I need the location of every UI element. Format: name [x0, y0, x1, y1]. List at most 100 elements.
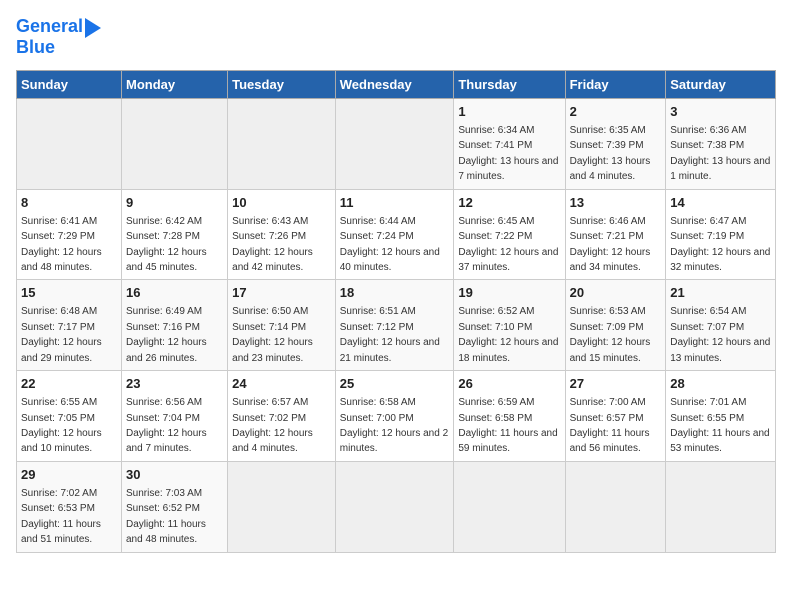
calendar-cell: 2 Sunrise: 6:35 AMSunset: 7:39 PMDaylight…	[565, 98, 666, 189]
day-number: 30	[126, 466, 223, 484]
calendar-cell	[228, 461, 336, 552]
calendar-cell: 25 Sunrise: 6:58 AMSunset: 7:00 PMDayligh…	[335, 371, 454, 462]
day-number: 20	[570, 284, 662, 302]
calendar-cell: 14 Sunrise: 6:47 AMSunset: 7:19 PMDayligh…	[666, 189, 776, 280]
day-info: Sunrise: 6:47 AMSunset: 7:19 PMDaylight:…	[670, 216, 770, 273]
day-info: Sunrise: 6:53 AMSunset: 7:09 PMDaylight:…	[570, 306, 651, 363]
calendar-cell	[454, 461, 565, 552]
col-header-monday: Monday	[121, 70, 227, 98]
day-number: 21	[670, 284, 771, 302]
day-number: 18	[340, 284, 450, 302]
calendar-cell: 29 Sunrise: 7:02 AMSunset: 6:53 PMDayligh…	[17, 461, 122, 552]
calendar-cell: 22 Sunrise: 6:55 AMSunset: 7:05 PMDayligh…	[17, 371, 122, 462]
day-info: Sunrise: 6:56 AMSunset: 7:04 PMDaylight:…	[126, 397, 207, 454]
calendar-cell: 17 Sunrise: 6:50 AMSunset: 7:14 PMDayligh…	[228, 280, 336, 371]
day-info: Sunrise: 6:46 AMSunset: 7:21 PMDaylight:…	[570, 216, 651, 273]
col-header-tuesday: Tuesday	[228, 70, 336, 98]
day-info: Sunrise: 6:54 AMSunset: 7:07 PMDaylight:…	[670, 306, 770, 363]
day-number: 25	[340, 375, 450, 393]
calendar-cell: 3 Sunrise: 6:36 AMSunset: 7:38 PMDaylight…	[666, 98, 776, 189]
day-number: 13	[570, 194, 662, 212]
day-info: Sunrise: 7:02 AMSunset: 6:53 PMDaylight:…	[21, 488, 101, 545]
day-number: 19	[458, 284, 560, 302]
calendar-cell: 10 Sunrise: 6:43 AMSunset: 7:26 PMDayligh…	[228, 189, 336, 280]
calendar-cell	[335, 98, 454, 189]
calendar-cell: 11 Sunrise: 6:44 AMSunset: 7:24 PMDayligh…	[335, 189, 454, 280]
day-number: 23	[126, 375, 223, 393]
calendar-cell	[17, 98, 122, 189]
day-info: Sunrise: 6:51 AMSunset: 7:12 PMDaylight:…	[340, 306, 440, 363]
calendar-cell: 19 Sunrise: 6:52 AMSunset: 7:10 PMDayligh…	[454, 280, 565, 371]
day-info: Sunrise: 6:36 AMSunset: 7:38 PMDaylight:…	[670, 125, 770, 182]
day-info: Sunrise: 6:58 AMSunset: 7:00 PMDaylight:…	[340, 397, 448, 454]
calendar-cell	[121, 98, 227, 189]
day-info: Sunrise: 7:03 AMSunset: 6:52 PMDaylight:…	[126, 488, 206, 545]
day-info: Sunrise: 6:34 AMSunset: 7:41 PMDaylight:…	[458, 125, 558, 182]
day-info: Sunrise: 6:45 AMSunset: 7:22 PMDaylight:…	[458, 216, 558, 273]
day-info: Sunrise: 7:00 AMSunset: 6:57 PMDaylight:…	[570, 397, 650, 454]
col-header-wednesday: Wednesday	[335, 70, 454, 98]
day-number: 22	[21, 375, 117, 393]
calendar-cell: 30 Sunrise: 7:03 AMSunset: 6:52 PMDayligh…	[121, 461, 227, 552]
day-number: 10	[232, 194, 331, 212]
page-header: General Blue	[16, 16, 776, 58]
day-number: 24	[232, 375, 331, 393]
logo-arrow-icon	[85, 18, 101, 38]
day-number: 3	[670, 103, 771, 121]
col-header-friday: Friday	[565, 70, 666, 98]
day-number: 16	[126, 284, 223, 302]
day-number: 17	[232, 284, 331, 302]
day-info: Sunrise: 6:52 AMSunset: 7:10 PMDaylight:…	[458, 306, 558, 363]
calendar-cell: 13 Sunrise: 6:46 AMSunset: 7:21 PMDayligh…	[565, 189, 666, 280]
calendar-cell: 23 Sunrise: 6:56 AMSunset: 7:04 PMDayligh…	[121, 371, 227, 462]
calendar-cell: 8 Sunrise: 6:41 AMSunset: 7:29 PMDaylight…	[17, 189, 122, 280]
day-info: Sunrise: 6:41 AMSunset: 7:29 PMDaylight:…	[21, 216, 102, 273]
day-info: Sunrise: 6:57 AMSunset: 7:02 PMDaylight:…	[232, 397, 313, 454]
calendar-cell: 12 Sunrise: 6:45 AMSunset: 7:22 PMDayligh…	[454, 189, 565, 280]
calendar-cell	[228, 98, 336, 189]
day-number: 2	[570, 103, 662, 121]
calendar-cell: 16 Sunrise: 6:49 AMSunset: 7:16 PMDayligh…	[121, 280, 227, 371]
day-number: 26	[458, 375, 560, 393]
day-info: Sunrise: 6:49 AMSunset: 7:16 PMDaylight:…	[126, 306, 207, 363]
day-number: 8	[21, 194, 117, 212]
day-info: Sunrise: 7:01 AMSunset: 6:55 PMDaylight:…	[670, 397, 769, 454]
col-header-thursday: Thursday	[454, 70, 565, 98]
day-number: 27	[570, 375, 662, 393]
logo: General Blue	[16, 16, 101, 58]
day-number: 1	[458, 103, 560, 121]
calendar-cell: 28 Sunrise: 7:01 AMSunset: 6:55 PMDayligh…	[666, 371, 776, 462]
day-number: 11	[340, 194, 450, 212]
calendar-cell: 24 Sunrise: 6:57 AMSunset: 7:02 PMDayligh…	[228, 371, 336, 462]
col-header-sunday: Sunday	[17, 70, 122, 98]
calendar-cell	[565, 461, 666, 552]
day-info: Sunrise: 6:59 AMSunset: 6:58 PMDaylight:…	[458, 397, 557, 454]
day-info: Sunrise: 6:35 AMSunset: 7:39 PMDaylight:…	[570, 125, 651, 182]
calendar-cell: 9 Sunrise: 6:42 AMSunset: 7:28 PMDaylight…	[121, 189, 227, 280]
calendar-cell	[335, 461, 454, 552]
day-number: 14	[670, 194, 771, 212]
day-info: Sunrise: 6:43 AMSunset: 7:26 PMDaylight:…	[232, 216, 313, 273]
day-number: 9	[126, 194, 223, 212]
logo-text: General	[16, 17, 83, 37]
logo-blue: Blue	[16, 38, 101, 58]
day-number: 15	[21, 284, 117, 302]
day-info: Sunrise: 6:50 AMSunset: 7:14 PMDaylight:…	[232, 306, 313, 363]
day-info: Sunrise: 6:42 AMSunset: 7:28 PMDaylight:…	[126, 216, 207, 273]
day-info: Sunrise: 6:44 AMSunset: 7:24 PMDaylight:…	[340, 216, 440, 273]
calendar-cell: 20 Sunrise: 6:53 AMSunset: 7:09 PMDayligh…	[565, 280, 666, 371]
week-row-5: 29 Sunrise: 7:02 AMSunset: 6:53 PMDayligh…	[17, 461, 776, 552]
calendar-cell: 27 Sunrise: 7:00 AMSunset: 6:57 PMDayligh…	[565, 371, 666, 462]
day-number: 29	[21, 466, 117, 484]
calendar-cell: 21 Sunrise: 6:54 AMSunset: 7:07 PMDayligh…	[666, 280, 776, 371]
col-header-saturday: Saturday	[666, 70, 776, 98]
calendar-table: SundayMondayTuesdayWednesdayThursdayFrid…	[16, 70, 776, 553]
day-number: 28	[670, 375, 771, 393]
week-row-2: 8 Sunrise: 6:41 AMSunset: 7:29 PMDaylight…	[17, 189, 776, 280]
day-info: Sunrise: 6:48 AMSunset: 7:17 PMDaylight:…	[21, 306, 102, 363]
day-info: Sunrise: 6:55 AMSunset: 7:05 PMDaylight:…	[21, 397, 102, 454]
calendar-cell: 1 Sunrise: 6:34 AMSunset: 7:41 PMDaylight…	[454, 98, 565, 189]
calendar-cell: 26 Sunrise: 6:59 AMSunset: 6:58 PMDayligh…	[454, 371, 565, 462]
day-number: 12	[458, 194, 560, 212]
week-row-1: 1 Sunrise: 6:34 AMSunset: 7:41 PMDaylight…	[17, 98, 776, 189]
